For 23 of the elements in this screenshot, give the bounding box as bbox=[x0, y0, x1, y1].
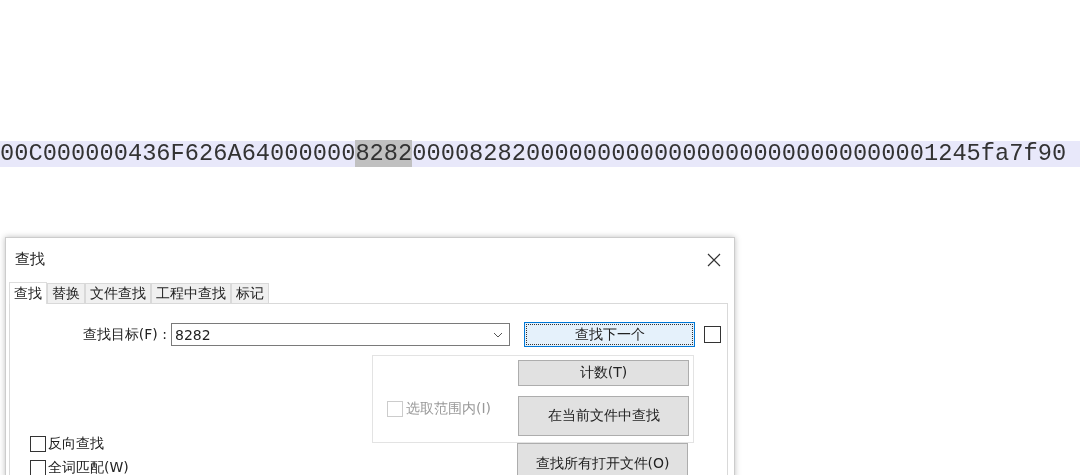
tab[interactable]: 文件查找 bbox=[85, 283, 151, 303]
tab[interactable]: 标记 bbox=[231, 283, 269, 303]
checkbox-label: 反向查找 bbox=[48, 435, 104, 453]
find-target-combo[interactable]: 8282 bbox=[171, 323, 510, 346]
find-in-current-file-button[interactable]: 在当前文件中查找 bbox=[518, 396, 689, 436]
count-button[interactable]: 计数(T) bbox=[518, 360, 689, 386]
hex-text: 0000828200000000000000000000000000001245fa7f90 bbox=[412, 140, 1067, 167]
caret-icon[interactable] bbox=[493, 331, 503, 338]
checkbox[interactable] bbox=[30, 436, 46, 452]
window-title: 查找 bbox=[15, 249, 45, 269]
hex-text: 00C000000436F626A64000000 bbox=[0, 140, 356, 167]
checkbox[interactable] bbox=[704, 326, 721, 343]
tab[interactable]: 查找 bbox=[9, 282, 47, 304]
tab[interactable]: 替换 bbox=[47, 283, 85, 303]
tab[interactable]: 工程中查找 bbox=[151, 283, 231, 303]
search-match: 8282 bbox=[355, 140, 413, 167]
find-next-button[interactable]: 查找下一个 bbox=[524, 322, 695, 347]
checkbox-label: 选取范围内(I) bbox=[406, 400, 492, 418]
checkbox[interactable] bbox=[30, 460, 46, 475]
close-icon[interactable] bbox=[706, 252, 722, 268]
find-all-open-files-button[interactable]: 查找所有打开文件(O) bbox=[517, 443, 688, 475]
checkbox-label: 全词匹配(W) bbox=[48, 459, 129, 475]
find-target-label: 查找目标(F) : bbox=[81, 325, 167, 344]
